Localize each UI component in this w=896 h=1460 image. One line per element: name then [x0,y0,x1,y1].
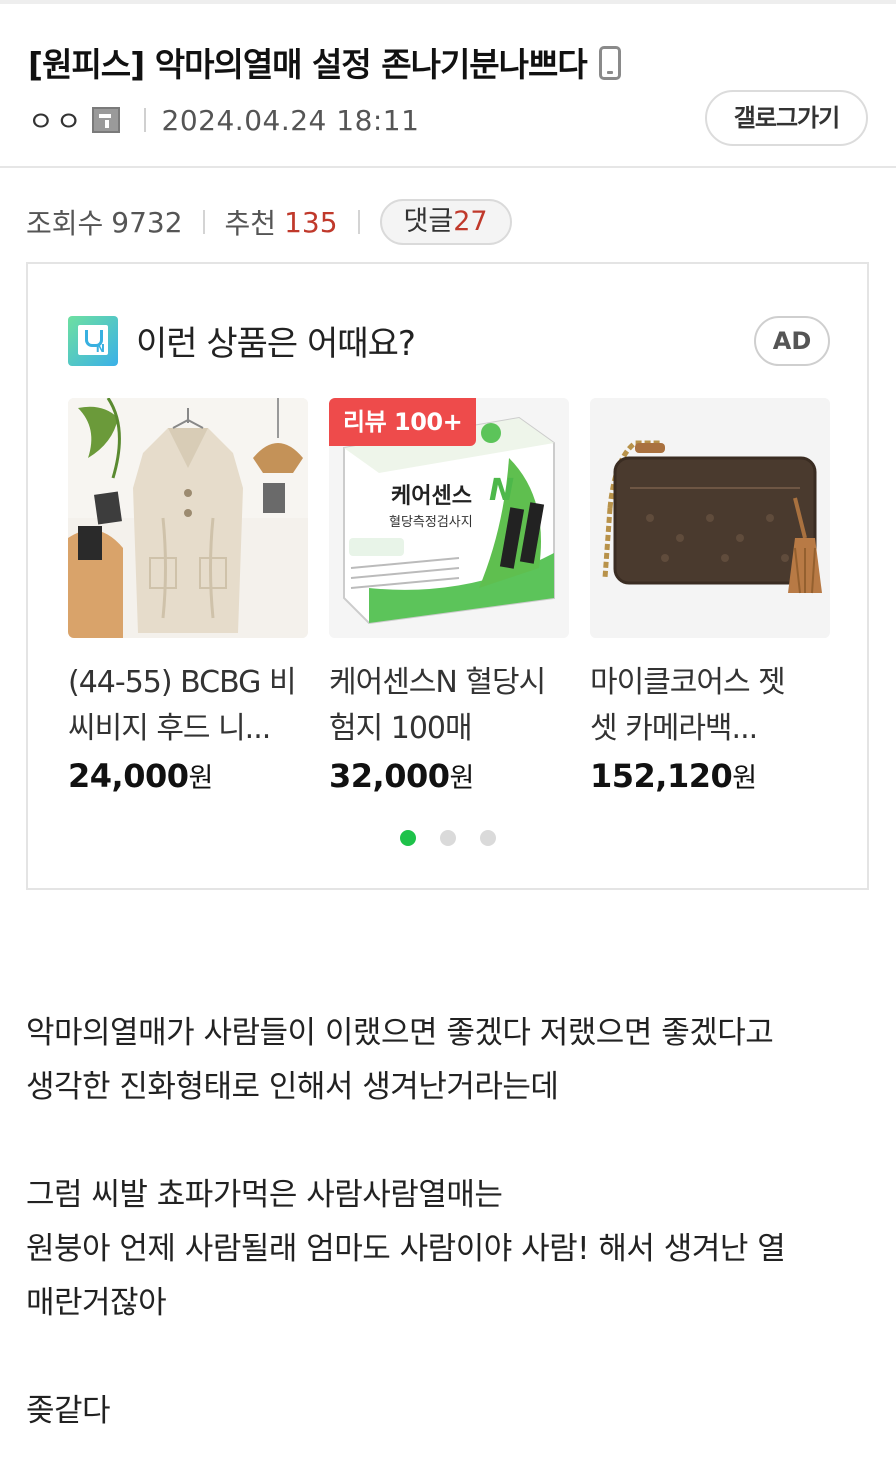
comments-count: 27 [453,206,488,237]
post-stats: 조회수 9732 추천 135 댓글 27 [26,198,512,246]
product-image-knit-dress[interactable] [68,398,308,638]
body-line: 생각한 진화형태로 인해서 생겨난거라는데 [26,1069,559,1105]
author-nickname[interactable]: ㅇㅇ [28,100,84,140]
product-price: 152,120원 [590,757,757,795]
post-meta: ㅇㅇ 2024.04.24 18:11 [28,100,419,140]
product-image-camera-bag[interactable] [590,398,830,638]
product-ad-box: 이런 상품은 어때요? AD [26,262,869,890]
gallog-button[interactable]: 갤로그가기 [705,90,868,146]
product-card[interactable]: 마이클코어스 젯 셋 카메라백... 152,120원 [590,398,830,818]
carousel-dot[interactable] [400,830,416,846]
body-line: 악마의열매가 사람들이 이랬으면 좋겠다 저랬으면 좋겠다고 [26,1015,774,1051]
product-price: 24,000원 [68,757,213,795]
mobile-post-icon [598,46,621,80]
product-name[interactable]: (44-55) BCBG 비 씨비지 후드 니... [68,660,308,752]
comments-button[interactable]: 댓글 27 [379,199,512,245]
ad-heading: 이런 상품은 어때요? [136,324,416,364]
post-body: 악마의열매가 사람들이 이랬으면 좋겠다 저랬으면 좋겠다고 생각한 진화형태로… [26,1006,872,1438]
body-line: 원붕아 언제 사람될래 엄마도 사람이야 사람! 해서 생겨난 열 [26,1231,786,1267]
product-card[interactable]: (44-55) BCBG 비 씨비지 후드 니... 24,000원 [68,398,308,818]
stats-divider [202,210,205,234]
svg-text:혈당측정검사지: 혈당측정검사지 [389,515,473,530]
views-label: 조회수 [26,207,104,240]
carousel-dot[interactable] [440,830,456,846]
ad-badge[interactable]: AD [754,316,830,366]
svg-text:N: N [489,473,514,508]
product-price: 32,000원 [329,757,474,795]
post-title: [원피스] 악마의열매 설정 존나기분나쁘다 [28,38,621,86]
recommend-label: 추천 [224,207,277,240]
post-date: 2024.04.24 18:11 [161,103,420,137]
body-line: 좆같다 [26,1393,111,1429]
body-line: 매란거잖아 [26,1285,167,1321]
product-card[interactable]: 리뷰 100+ 케어센스 N 혈당측정검사지 케어센스N 혈당시 험지 100매 [329,398,569,818]
stats-divider [357,210,360,234]
review-count-badge: 리뷰 100+ [329,398,477,446]
views-count: 9732 [111,205,183,239]
carousel-dot[interactable] [480,830,496,846]
post-header: [원피스] 악마의열매 설정 존나기분나쁘다 ㅇㅇ 2024.04.24 18:… [0,4,896,168]
comments-label: 댓글 [403,206,454,237]
product-name[interactable]: 마이클코어스 젯 셋 카메라백... [590,660,830,752]
meta-divider [143,108,146,132]
recommend-count: 135 [284,205,338,239]
fixed-nickname-icon [91,107,120,133]
carousel-pagination [400,830,520,846]
ad-provider-logo-icon [68,316,118,366]
svg-text:케어센스: 케어센스 [391,484,472,509]
product-name[interactable]: 케어센스N 혈당시 험지 100매 [329,660,569,752]
body-line: 그럼 씨발 쵸파가먹은 사람사람열매는 [26,1177,503,1213]
post-title-text: [원피스] 악마의열매 설정 존나기분나쁘다 [28,45,588,84]
